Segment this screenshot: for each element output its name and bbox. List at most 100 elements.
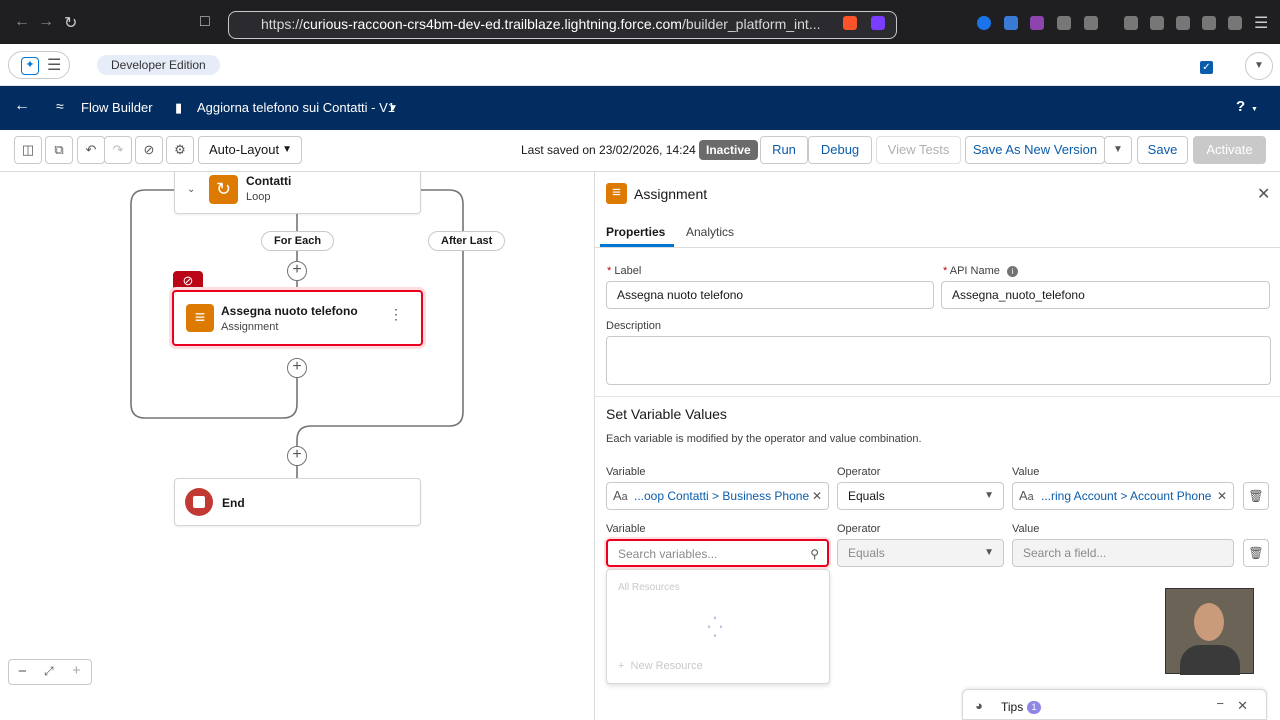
flow-name[interactable]: Aggiorna telefono sui Contatti - V1 bbox=[197, 100, 395, 115]
save-as-new-version-button[interactable]: Save As New Version bbox=[965, 136, 1105, 164]
add-element-icon[interactable]: + bbox=[287, 446, 307, 466]
media-icon[interactable] bbox=[1084, 16, 1098, 30]
assignment-node-title: Assegna nuoto telefono bbox=[221, 304, 358, 318]
chevron-down-icon: ▼ bbox=[282, 144, 292, 155]
back-arrow-icon[interactable]: ← bbox=[14, 97, 30, 115]
back-icon[interactable]: ← bbox=[14, 13, 30, 31]
add-element-icon[interactable]: + bbox=[287, 358, 307, 378]
help-icon[interactable]: ? bbox=[1236, 98, 1245, 115]
tips-bar[interactable]: ◕ Tips 1 − ✕ bbox=[962, 689, 1267, 720]
bookmark-icon[interactable]: □ bbox=[200, 13, 210, 31]
toggle-toolbox-button[interactable]: ◫ bbox=[14, 136, 42, 164]
prohibited-icon: ⊘ bbox=[143, 142, 155, 157]
fit-view-icon[interactable]: ⤢ bbox=[44, 664, 54, 679]
address-bar[interactable]: https://curious-raccoon-crs4bm-dev-ed.tr… bbox=[228, 11, 897, 39]
flow-canvas[interactable]: ⌄ ↻ Contatti Loop For Each After Last + … bbox=[0, 172, 594, 720]
description-textarea[interactable] bbox=[606, 336, 1271, 385]
extensions-puzzle-icon[interactable] bbox=[1057, 16, 1071, 30]
variable-search-input[interactable]: Search variables... ⚲ bbox=[606, 539, 829, 567]
dropdown-header: All Resources bbox=[618, 582, 680, 593]
collapse-chevron-icon[interactable]: ⌄ bbox=[187, 184, 195, 195]
loading-spinner-icon: ⁛ bbox=[707, 617, 723, 639]
zoom-out-icon[interactable]: − bbox=[18, 663, 27, 680]
close-icon[interactable]: ✕ bbox=[1257, 184, 1270, 204]
save-menu-button[interactable]: ▼ bbox=[1104, 136, 1132, 164]
add-element-icon[interactable]: + bbox=[287, 261, 307, 281]
errors-button[interactable]: ⊘ bbox=[135, 136, 163, 164]
operator-select[interactable]: Equals ▼ bbox=[837, 539, 1004, 567]
remove-icon[interactable]: ✕ bbox=[812, 483, 822, 509]
document-icon: ▮ bbox=[175, 100, 183, 115]
operator-select[interactable]: Equals ▼ bbox=[837, 482, 1004, 510]
value-pill[interactable]: Aa ...ring Account > Account Phone ✕ bbox=[1012, 482, 1234, 510]
run-button[interactable]: Run bbox=[760, 136, 808, 164]
operator-label: Operator bbox=[837, 523, 881, 535]
variable-pill[interactable]: Aa ...oop Contatti > Business Phone ✕ bbox=[606, 482, 829, 510]
delete-row-button[interactable]: 🗑 bbox=[1243, 482, 1269, 510]
copy-button[interactable]: ⧉ bbox=[45, 136, 73, 164]
app-launcher[interactable]: ✦ ☰ bbox=[8, 51, 70, 79]
rewards-icon[interactable] bbox=[871, 16, 885, 30]
label-input[interactable]: Assegna nuoto telefono bbox=[606, 281, 934, 309]
tab-analytics[interactable]: Analytics bbox=[686, 225, 734, 239]
download-icon[interactable] bbox=[1124, 16, 1138, 30]
forward-icon[interactable]: → bbox=[38, 13, 54, 31]
loop-node[interactable]: ⌄ ↻ Contatti Loop bbox=[174, 172, 421, 214]
zoom-in-icon[interactable]: + bbox=[72, 662, 81, 679]
chevron-down-icon[interactable]: ▼ bbox=[1245, 52, 1273, 80]
menu-icon[interactable]: ☰ bbox=[1254, 13, 1268, 33]
extension-icon[interactable] bbox=[1004, 16, 1018, 30]
password-manager-icon[interactable] bbox=[977, 16, 991, 30]
text-type-icon: Aa bbox=[1019, 488, 1034, 503]
status-badge: Inactive bbox=[699, 140, 758, 160]
remove-icon[interactable]: ✕ bbox=[1217, 483, 1227, 509]
developer-edition-badge: Developer Edition bbox=[97, 55, 220, 75]
description-field-label: Description bbox=[606, 320, 662, 332]
tab-properties[interactable]: Properties bbox=[606, 225, 665, 239]
sidebar-icon[interactable] bbox=[1150, 16, 1164, 30]
error-icon[interactable]: ⊘ bbox=[173, 271, 203, 291]
loop-node-type: Loop bbox=[246, 191, 271, 203]
more-options-icon[interactable]: ⋮ bbox=[389, 306, 403, 323]
chevron-down-icon: ▼ bbox=[984, 547, 994, 558]
globe-icon: ◕ bbox=[975, 698, 983, 713]
value-search-input[interactable]: Search a field... bbox=[1012, 539, 1234, 567]
webcam-overlay bbox=[1165, 588, 1254, 675]
undo-button[interactable]: ↶ bbox=[77, 136, 105, 164]
assignment-node[interactable]: ≡ Assegna nuoto telefono Assignment ⋮ bbox=[172, 290, 423, 346]
api-name-input[interactable]: Assegna_nuoto_telefono bbox=[941, 281, 1270, 309]
hamburger-icon: ☰ bbox=[47, 57, 62, 74]
undo-icon: ↶ bbox=[85, 142, 97, 157]
redo-button[interactable]: ↷ bbox=[104, 136, 132, 164]
minimize-icon[interactable]: − bbox=[1216, 696, 1224, 711]
settings-button[interactable]: ⚙ bbox=[166, 136, 194, 164]
wallet-icon[interactable] bbox=[1176, 16, 1190, 30]
checkbox-icon[interactable]: ✓ bbox=[1200, 61, 1213, 74]
extension-pen-icon[interactable] bbox=[1030, 16, 1044, 30]
assignment-icon: ≡ bbox=[186, 304, 214, 332]
brave-icon[interactable] bbox=[843, 16, 857, 30]
leo-icon[interactable] bbox=[1202, 16, 1216, 30]
close-icon[interactable]: ✕ bbox=[1237, 698, 1248, 714]
operator-value: Equals bbox=[848, 489, 885, 503]
debug-button[interactable]: Debug bbox=[808, 136, 872, 164]
vpn-icon[interactable] bbox=[1228, 16, 1242, 30]
help-chevron-icon[interactable]: ▼ bbox=[1251, 106, 1258, 113]
info-icon[interactable]: i bbox=[1006, 266, 1018, 277]
variable-search-placeholder: Search variables... bbox=[618, 547, 718, 561]
flow-app-icon: ✦ bbox=[21, 57, 39, 75]
text-type-icon: Aa bbox=[613, 488, 628, 503]
url-scheme: https:// bbox=[261, 16, 304, 32]
end-node[interactable]: End bbox=[174, 478, 421, 526]
reload-icon[interactable]: ↻ bbox=[64, 13, 77, 33]
url-path: /builder_platform_int... bbox=[681, 16, 821, 32]
layout-select[interactable]: Auto-Layout ▼ bbox=[198, 136, 302, 164]
chevron-down-icon: ▼ bbox=[1113, 144, 1123, 155]
new-resource-option[interactable]: + New Resource bbox=[618, 660, 703, 672]
view-tests-button[interactable]: View Tests bbox=[876, 136, 961, 164]
delete-row-button[interactable]: 🗑 bbox=[1243, 539, 1269, 567]
flow-menu-chevron-icon[interactable]: ▼ bbox=[388, 103, 398, 114]
panel-icon: ◫ bbox=[21, 142, 35, 157]
activate-button[interactable]: Activate bbox=[1193, 136, 1266, 164]
save-button[interactable]: Save bbox=[1137, 136, 1188, 164]
